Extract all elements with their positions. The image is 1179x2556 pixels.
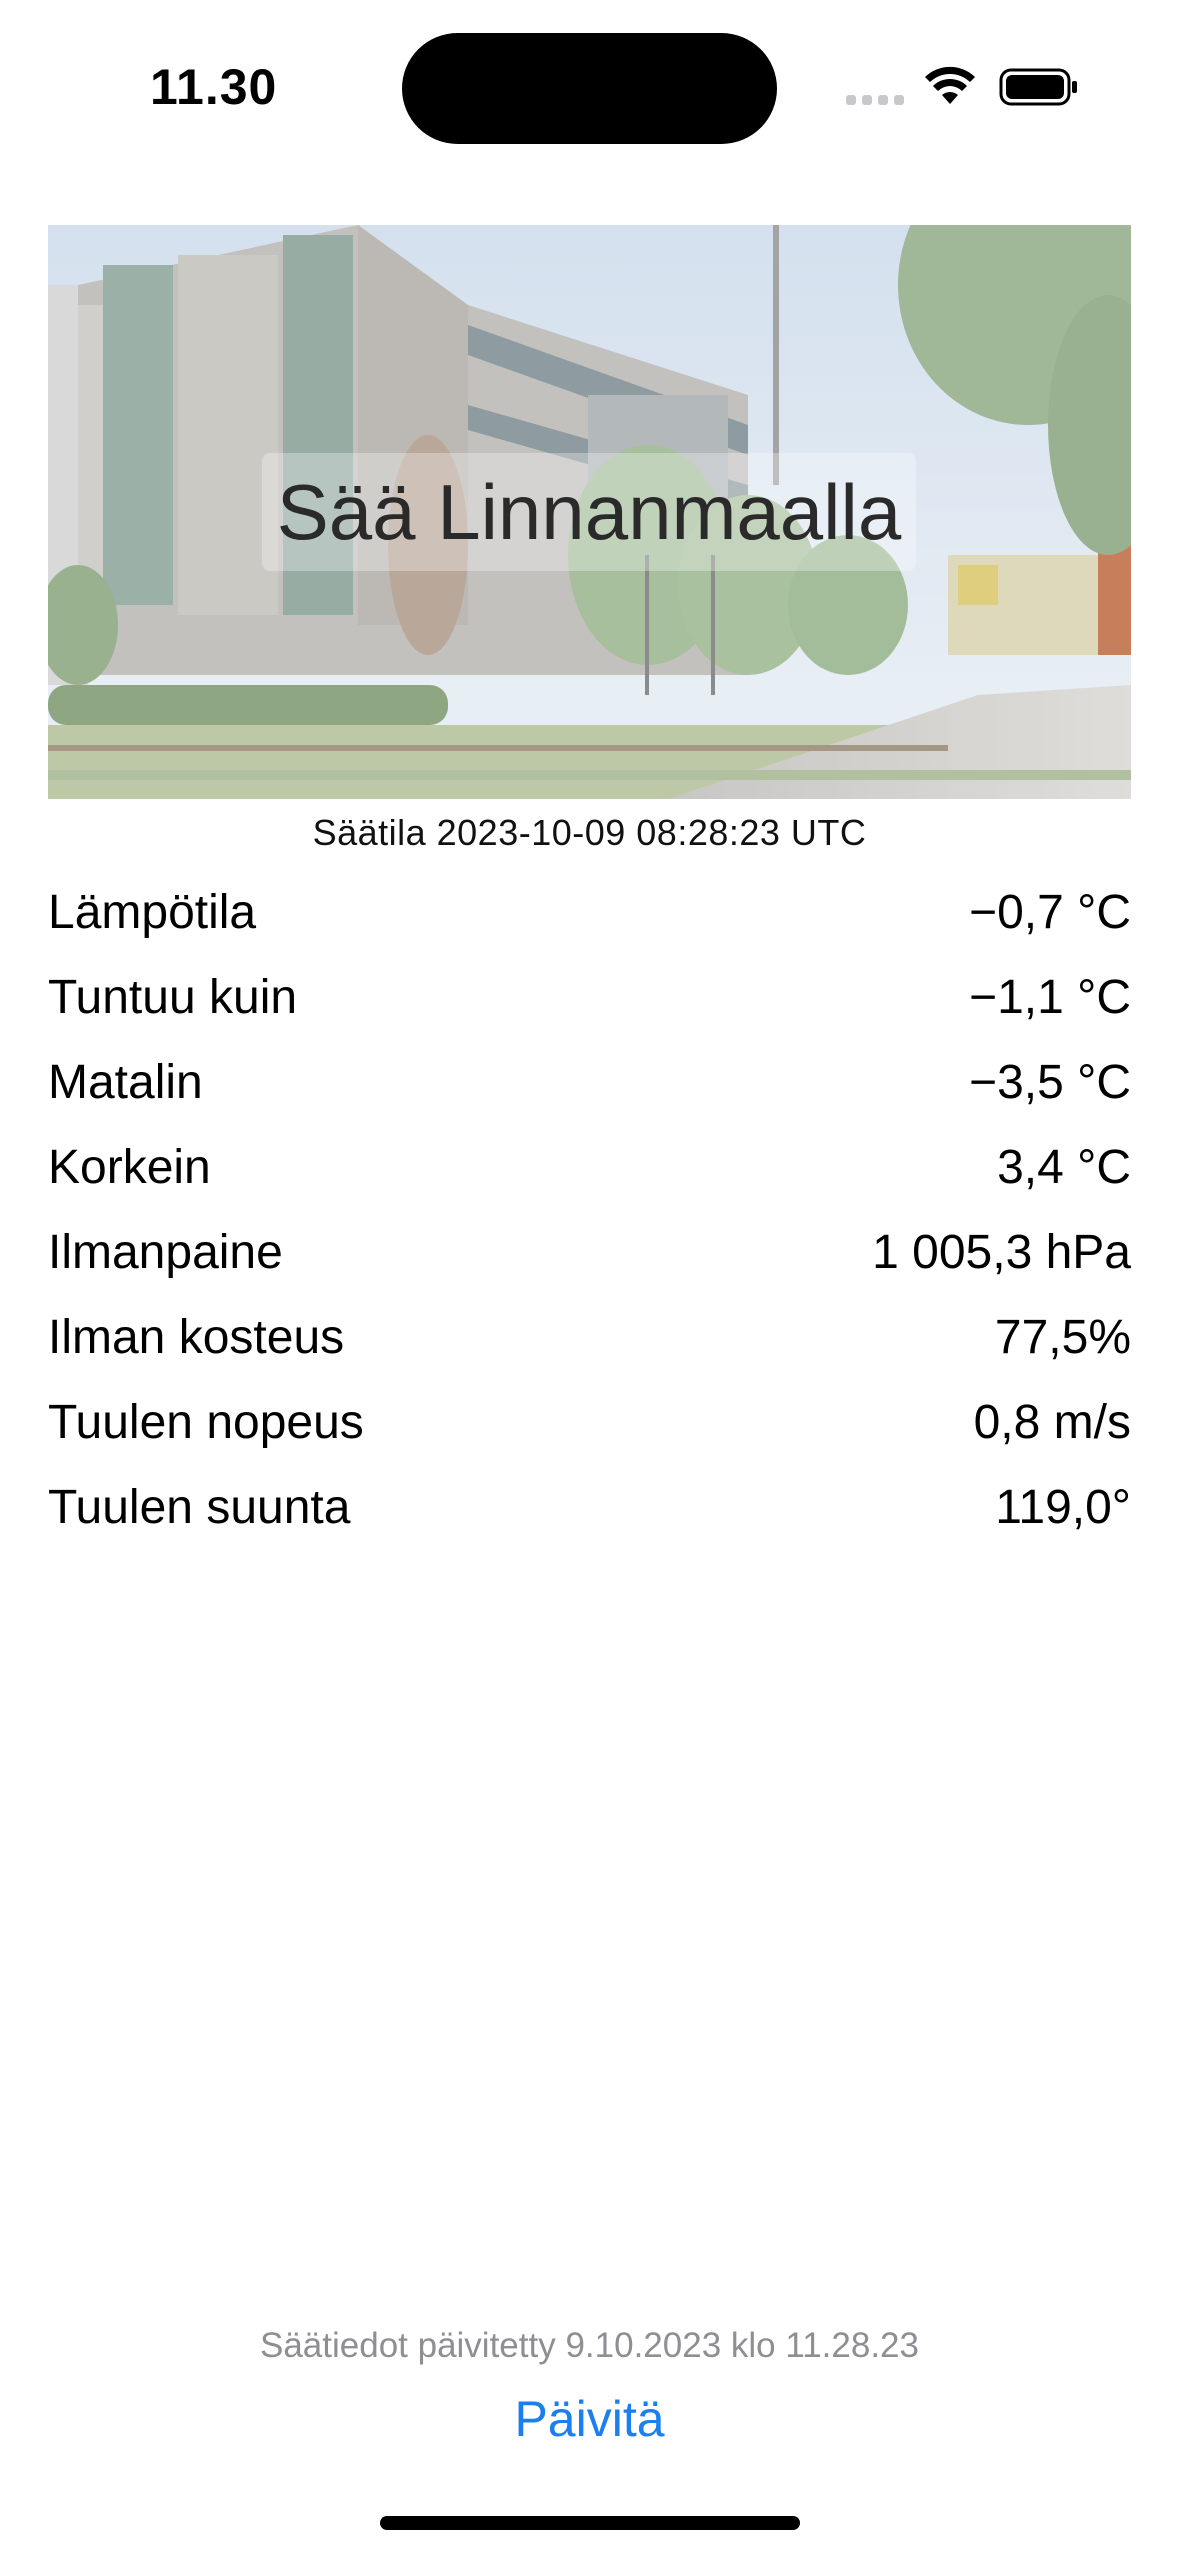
row-max: Korkein 3,4 °C bbox=[48, 1125, 1131, 1210]
dynamic-island bbox=[402, 33, 777, 144]
row-label: Lämpötila bbox=[48, 886, 257, 939]
row-value: 0,8 m/s bbox=[973, 1396, 1131, 1449]
row-label: Ilman kosteus bbox=[48, 1311, 345, 1364]
row-value: −3,5 °C bbox=[969, 1056, 1131, 1109]
row-label: Tuulen nopeus bbox=[48, 1396, 364, 1449]
weather-timestamp: Säätila 2023-10-09 08:28:23 UTC bbox=[312, 812, 867, 853]
home-indicator[interactable] bbox=[380, 2516, 800, 2530]
status-time: 11.30 bbox=[150, 59, 278, 115]
row-label: Tuulen suunta bbox=[48, 1481, 351, 1534]
battery-icon bbox=[999, 68, 1077, 106]
row-pressure: Ilmanpaine 1 005,3 hPa bbox=[48, 1210, 1131, 1295]
refresh-button[interactable]: Päivitä bbox=[0, 2390, 1179, 2448]
row-value: 1 005,3 hPa bbox=[872, 1226, 1131, 1279]
cellular-signal-icon bbox=[846, 95, 904, 105]
row-value: 77,5% bbox=[994, 1311, 1131, 1364]
row-value: −1,1 °C bbox=[969, 971, 1131, 1024]
row-value: −0,7 °C bbox=[969, 886, 1131, 939]
last-updated-text: Säätiedot päivitetty 9.10.2023 klo 11.28… bbox=[259, 2326, 919, 2365]
row-value: 119,0° bbox=[995, 1481, 1131, 1534]
row-label: Matalin bbox=[48, 1056, 203, 1109]
row-feels-like: Tuntuu kuin −1,1 °C bbox=[48, 955, 1131, 1040]
row-label: Ilmanpaine bbox=[48, 1226, 283, 1279]
row-wind-speed: Tuulen nopeus 0,8 m/s bbox=[48, 1380, 1131, 1465]
row-value: 3,4 °C bbox=[997, 1141, 1131, 1194]
row-wind-direction: Tuulen suunta 119,0° bbox=[48, 1465, 1131, 1550]
weather-list: Lämpötila −0,7 °C Tuntuu kuin −1,1 °C Ma… bbox=[48, 870, 1131, 1550]
row-min: Matalin −3,5 °C bbox=[48, 1040, 1131, 1125]
row-humidity: Ilman kosteus 77,5% bbox=[48, 1295, 1131, 1380]
hero-title: Sää Linnanmaalla bbox=[276, 467, 902, 556]
hero-image: Sää Linnanmaalla bbox=[48, 225, 1131, 799]
screen: 11.30 Sää Linnanmaalla Säätila 2023-10-0… bbox=[0, 0, 1179, 2556]
row-temperature: Lämpötila −0,7 °C bbox=[48, 870, 1131, 955]
row-label: Korkein bbox=[48, 1141, 211, 1194]
row-label: Tuntuu kuin bbox=[48, 971, 298, 1024]
wifi-icon bbox=[925, 66, 975, 104]
hero-title-box: Sää Linnanmaalla bbox=[262, 453, 916, 571]
